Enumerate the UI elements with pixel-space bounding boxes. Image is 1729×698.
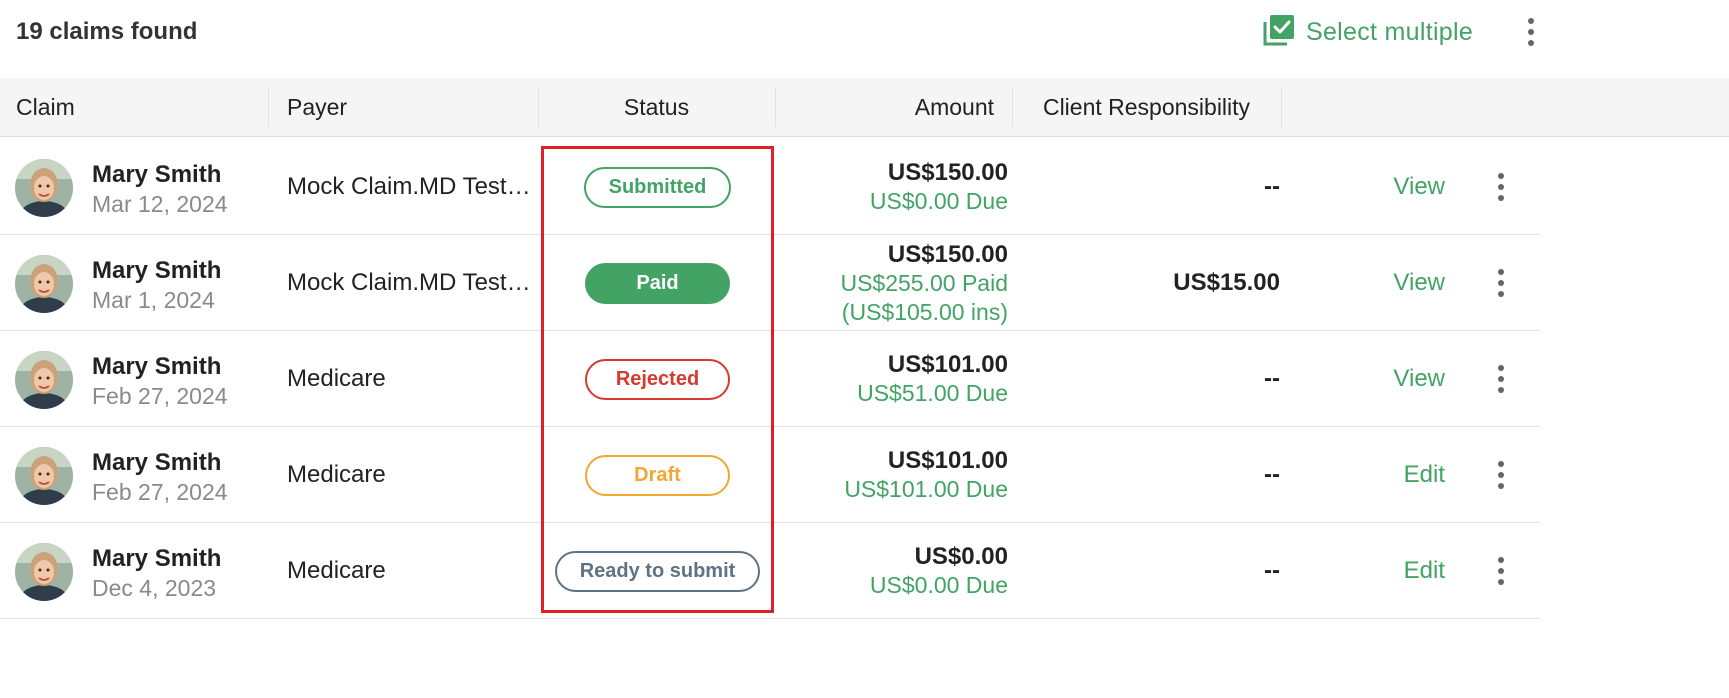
amount-total: US$0.00 xyxy=(914,543,1008,570)
amount-cell: US$0.00 US$0.00 Due xyxy=(780,523,1008,619)
column-header-status[interactable]: Status xyxy=(538,78,775,137)
payer-name: Mock Claim.MD Test… xyxy=(287,269,531,296)
amount-total: US$101.00 xyxy=(887,351,1008,378)
view-link[interactable]: View xyxy=(1360,139,1445,235)
amount-total: US$101.00 xyxy=(887,447,1008,474)
amount-total: US$150.00 xyxy=(887,159,1008,186)
status-cell: Rejected xyxy=(540,331,775,427)
table-row[interactable]: Mary Smith Feb 27, 2024 Medicare Rejecte… xyxy=(0,331,1540,427)
select-multiple-icon xyxy=(1262,13,1296,52)
table-row[interactable]: Mary Smith Dec 4, 2023 Medicare Ready to… xyxy=(0,523,1540,619)
edit-link[interactable]: Edit xyxy=(1360,427,1445,523)
client-name: Mary Smith xyxy=(92,161,222,188)
table-row[interactable]: Mary Smith Mar 1, 2024 Mock Claim.MD Tes… xyxy=(0,235,1540,331)
client-responsibility: -- xyxy=(1264,461,1280,488)
amount-cell: US$150.00 US$0.00 Due xyxy=(780,139,1008,235)
status-cell: Paid xyxy=(540,235,775,331)
results-toolbar: 19 claims found Select multiple xyxy=(0,0,1729,78)
amount-due: US$0.00 Due xyxy=(869,572,1008,598)
status-badge: Rejected xyxy=(585,358,730,400)
client-name: Mary Smith xyxy=(92,545,222,572)
column-header-amount[interactable]: Amount xyxy=(775,78,994,137)
amount-paid: US$255.00 Paid xyxy=(840,269,1008,296)
column-header-claim[interactable]: Claim xyxy=(16,78,75,137)
avatar xyxy=(15,159,73,217)
view-link[interactable]: View xyxy=(1360,235,1445,331)
claim-date: Dec 4, 2023 xyxy=(92,575,217,601)
client-name: Mary Smith xyxy=(92,353,222,380)
client-responsibility: -- xyxy=(1264,173,1280,200)
amount-total: US$150.00 xyxy=(887,240,1008,268)
amount-cell: US$101.00 US$51.00 Due xyxy=(780,331,1008,427)
column-header-client-responsibility[interactable]: Client Responsibility xyxy=(1012,78,1281,137)
amount-cell: US$150.00 US$255.00 Paid (US$105.00 ins) xyxy=(780,235,1008,331)
status-cell: Submitted xyxy=(540,139,775,235)
status-cell: Draft xyxy=(540,427,775,523)
select-multiple-label: Select multiple xyxy=(1306,17,1474,46)
edit-link[interactable]: Edit xyxy=(1360,523,1445,619)
payer-name: Medicare xyxy=(287,557,386,584)
payer-name: Mock Claim.MD Test… xyxy=(287,173,531,200)
payer-name: Medicare xyxy=(287,461,386,488)
claim-date: Feb 27, 2024 xyxy=(92,479,228,505)
table-row[interactable]: Mary Smith Mar 12, 2024 Mock Claim.MD Te… xyxy=(0,139,1540,235)
client-responsibility: US$15.00 xyxy=(1173,269,1280,296)
row-more-icon[interactable] xyxy=(1487,263,1515,303)
status-cell: Ready to submit xyxy=(540,523,775,619)
row-more-icon[interactable] xyxy=(1487,551,1515,591)
client-name: Mary Smith xyxy=(92,257,222,284)
row-more-icon[interactable] xyxy=(1487,359,1515,399)
amount-due: US$101.00 Due xyxy=(844,476,1008,502)
client-responsibility: -- xyxy=(1264,365,1280,392)
claim-date: Feb 27, 2024 xyxy=(92,383,228,409)
table-header: Claim Payer Status Amount Client Respons… xyxy=(0,78,1729,137)
amount-cell: US$101.00 US$101.00 Due xyxy=(780,427,1008,523)
row-more-icon[interactable] xyxy=(1487,455,1515,495)
status-badge: Submitted xyxy=(584,166,731,208)
amount-due: US$0.00 Due xyxy=(869,188,1008,214)
avatar xyxy=(15,447,73,505)
avatar xyxy=(15,543,73,601)
client-name: Mary Smith xyxy=(92,449,222,476)
table-row[interactable]: Mary Smith Feb 27, 2024 Medicare Draft U… xyxy=(0,427,1540,523)
claims-count: 19 claims found xyxy=(16,18,198,45)
avatar xyxy=(15,255,73,313)
client-responsibility: -- xyxy=(1264,557,1280,584)
avatar xyxy=(15,351,73,409)
amount-due: US$51.00 Due xyxy=(857,380,1008,406)
status-badge: Paid xyxy=(585,262,730,304)
amount-insurance: (US$105.00 ins) xyxy=(841,298,1008,325)
select-multiple-button[interactable]: Select multiple xyxy=(1262,14,1473,50)
claim-date: Mar 1, 2024 xyxy=(92,287,215,313)
view-link[interactable]: View xyxy=(1360,331,1445,427)
column-header-payer[interactable]: Payer xyxy=(287,78,347,137)
status-badge: Ready to submit xyxy=(555,550,760,592)
payer-name: Medicare xyxy=(287,365,386,392)
row-more-icon[interactable] xyxy=(1487,167,1515,207)
status-badge: Draft xyxy=(585,454,730,496)
more-options-icon[interactable] xyxy=(1517,14,1545,50)
claim-date: Mar 12, 2024 xyxy=(92,191,228,217)
